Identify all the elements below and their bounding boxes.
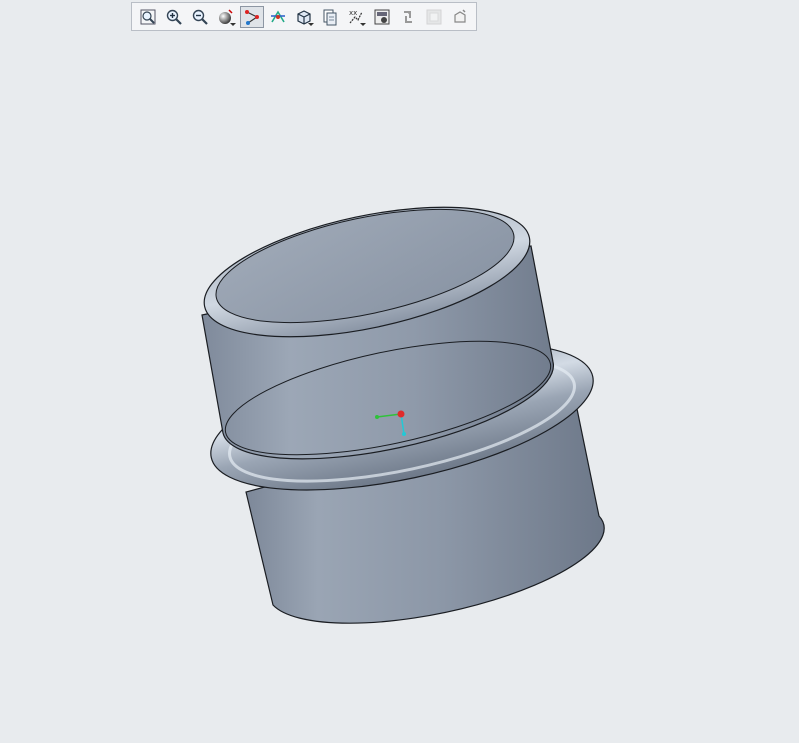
zoom-out-button[interactable]	[188, 6, 212, 28]
zoom-out-icon	[192, 9, 208, 25]
zoom-in-icon	[166, 9, 182, 25]
dropdown-arrow-icon	[360, 22, 366, 26]
dropdown-arrow-icon	[308, 22, 314, 26]
appearance-gallery-icon	[374, 9, 390, 24]
regenerate-icon	[404, 10, 412, 23]
section-icon	[426, 9, 442, 24]
graphics-viewport[interactable]	[0, 32, 799, 739]
datum-display-button[interactable]	[240, 5, 264, 28]
display-style-button[interactable]	[214, 6, 238, 28]
view-toolbar: xx	[131, 2, 477, 31]
spin-center-button[interactable]	[266, 6, 290, 28]
annotation-display-button[interactable]: xx	[344, 6, 368, 28]
datum-display-icon	[245, 9, 259, 25]
refit-icon	[140, 9, 156, 24]
refit-button[interactable]	[136, 6, 160, 28]
dropdown-arrow-icon	[230, 22, 236, 26]
part-model[interactable]	[193, 183, 606, 624]
regenerate-button[interactable]	[396, 6, 420, 28]
spin-center-icon	[271, 9, 285, 22]
x-axis-red	[397, 410, 405, 418]
repaint-button[interactable]	[448, 6, 472, 28]
appearance-gallery-button[interactable]	[370, 6, 394, 28]
section-button[interactable]	[422, 6, 446, 28]
saved-views-button[interactable]	[292, 6, 316, 28]
repaint-icon	[454, 8, 466, 23]
zoom-in-button[interactable]	[162, 6, 186, 28]
model-canvas[interactable]	[0, 32, 799, 739]
view-manager-icon	[323, 9, 337, 25]
view-manager-button[interactable]	[318, 6, 342, 28]
svg-text:xx: xx	[349, 9, 357, 17]
